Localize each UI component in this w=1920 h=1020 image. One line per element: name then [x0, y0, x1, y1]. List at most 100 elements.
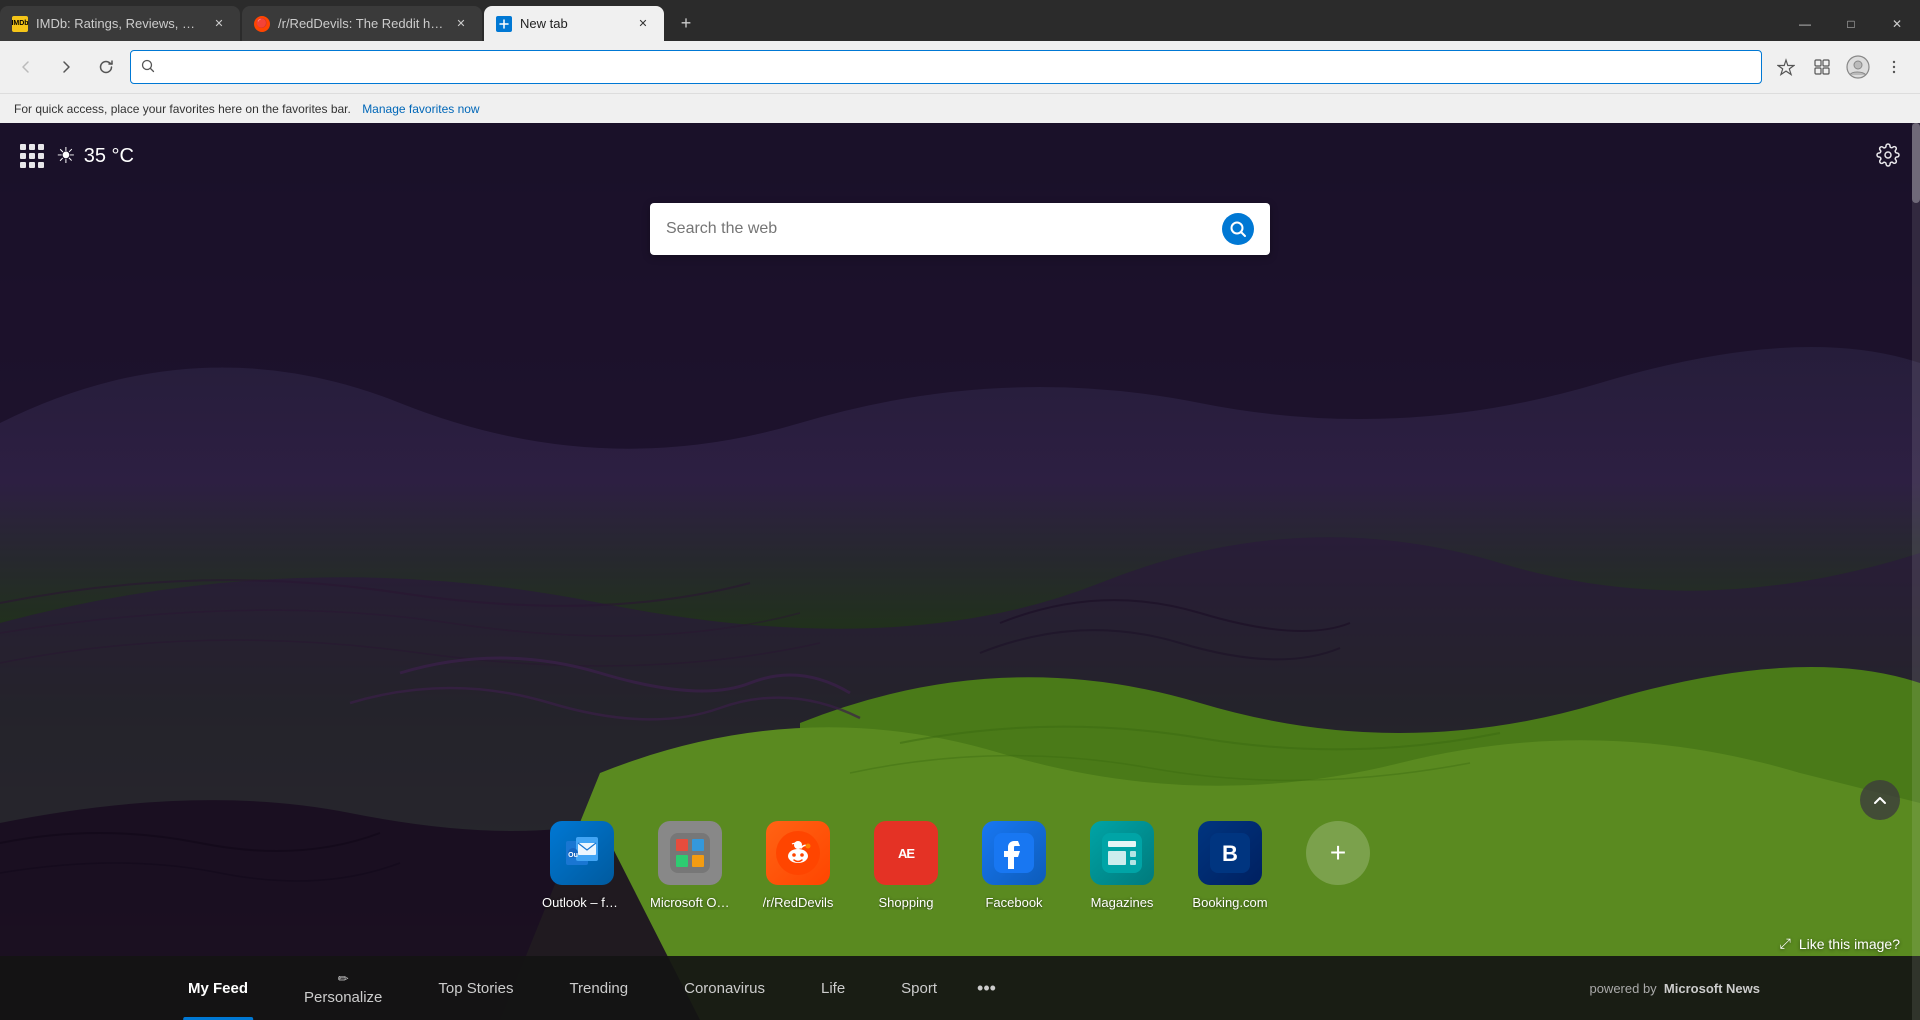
- tab-title-imdb: IMDb: Ratings, Reviews, and Wh...: [36, 16, 202, 31]
- manage-favorites-link[interactable]: Manage favorites now: [362, 102, 479, 116]
- minimize-button[interactable]: —: [1782, 3, 1828, 44]
- add-link-icon: +: [1306, 821, 1370, 885]
- tab-close-newtab[interactable]: ✕: [634, 15, 652, 33]
- favorites-bar: For quick access, place your favorites h…: [0, 93, 1920, 123]
- quick-link-magazines[interactable]: Magazines: [1082, 821, 1162, 910]
- nav-item-coronavirus[interactable]: Coronavirus: [656, 956, 793, 1020]
- weather-widget: ☀ 35 °C: [56, 143, 134, 169]
- search-box: [650, 203, 1270, 255]
- like-image-label: Like this image?: [1799, 936, 1900, 952]
- nav-item-trending[interactable]: Trending: [541, 956, 656, 1020]
- like-image-area[interactable]: ⤢ Like this image?: [1780, 935, 1900, 952]
- apps-grid-dot: [29, 162, 35, 168]
- nav-label-topstories: Top Stories: [438, 980, 513, 997]
- quick-link-shopping[interactable]: AE Shopping: [866, 821, 946, 910]
- add-quick-link-button[interactable]: + add: [1298, 821, 1378, 910]
- favorites-star-button[interactable]: [1770, 51, 1802, 83]
- quick-link-reddevils[interactable]: /r/RedDevils: [758, 821, 838, 910]
- quick-link-facebook[interactable]: Facebook: [974, 821, 1054, 910]
- quick-link-label-reddevils: /r/RedDevils: [763, 895, 834, 910]
- weather-temperature: 35 °C: [84, 145, 134, 168]
- nav-more-button[interactable]: •••: [965, 978, 1008, 999]
- profile-button[interactable]: [1842, 51, 1874, 83]
- new-tab-page: ☀ 35 °C: [0, 123, 1920, 1020]
- top-widgets: ☀ 35 °C: [20, 143, 134, 169]
- address-search-icon: [141, 59, 155, 76]
- quick-link-label-magazines: Magazines: [1091, 895, 1154, 910]
- powered-by-brand: Microsoft News: [1664, 981, 1760, 996]
- apps-grid-dot: [20, 153, 26, 159]
- tab-reddit[interactable]: 🔴 /r/RedDevils: The Reddit home f... ✕: [242, 6, 482, 41]
- quick-link-label-booking: Booking.com: [1192, 895, 1267, 910]
- tab-title-reddit: /r/RedDevils: The Reddit home f...: [278, 16, 444, 31]
- tab-close-imdb[interactable]: ✕: [210, 15, 228, 33]
- quick-link-label-facebook: Facebook: [985, 895, 1042, 910]
- weather-sun-icon: ☀: [56, 143, 76, 169]
- search-container: [650, 203, 1270, 255]
- apps-grid-button[interactable]: [20, 144, 44, 168]
- nav-bar: [0, 41, 1920, 93]
- scrollbar[interactable]: [1912, 123, 1920, 1020]
- nav-label-trending: Trending: [569, 980, 628, 997]
- powered-by-text: powered by: [1589, 981, 1656, 996]
- quick-link-icon-outlook: Ou: [550, 821, 614, 885]
- search-input[interactable]: [666, 220, 1212, 238]
- menu-button[interactable]: [1878, 51, 1910, 83]
- nav-item-sport[interactable]: Sport: [873, 956, 965, 1020]
- scrollbar-thumb[interactable]: [1912, 123, 1920, 203]
- nav-label-sport: Sport: [901, 980, 937, 997]
- svg-text:Ou: Ou: [568, 852, 578, 859]
- quick-link-label-shopping: Shopping: [879, 895, 934, 910]
- powered-by: powered by Microsoft News: [1589, 981, 1760, 996]
- search-button[interactable]: [1222, 213, 1254, 245]
- tab-newtab[interactable]: New tab ✕: [484, 6, 664, 41]
- back-button[interactable]: [10, 51, 42, 83]
- tab-imdb[interactable]: IMDb IMDb: Ratings, Reviews, and Wh... ✕: [0, 6, 240, 41]
- bottom-nav: My Feed ✏ Personalize Top Stories Trendi…: [0, 956, 1920, 1020]
- tab-title-newtab: New tab: [520, 16, 626, 31]
- reload-button[interactable]: [90, 51, 122, 83]
- quick-link-icon-shopping: AE: [874, 821, 938, 885]
- pencil-icon: ✏: [338, 971, 349, 987]
- apps-grid-dot: [20, 144, 26, 150]
- nav-label-life: Life: [821, 980, 845, 997]
- forward-button[interactable]: [50, 51, 82, 83]
- quick-link-icon-reddevils: [766, 821, 830, 885]
- favorites-bar-hint: For quick access, place your favorites h…: [14, 102, 351, 116]
- nav-label-coronavirus: Coronavirus: [684, 980, 765, 997]
- apps-grid-dot: [38, 144, 44, 150]
- quick-link-booking[interactable]: B Booking.com: [1190, 821, 1270, 910]
- quick-link-label-office: Microsoft Offi...: [650, 895, 730, 910]
- tab-bar: IMDb IMDb: Ratings, Reviews, and Wh... ✕…: [0, 0, 1920, 41]
- quick-links: Ou Outlook – fre... Microsoft Offi...: [542, 821, 1378, 910]
- expand-icon: ⤢: [1780, 935, 1791, 952]
- close-button[interactable]: ✕: [1874, 3, 1920, 44]
- quick-link-label-outlook: Outlook – fre...: [542, 895, 622, 910]
- maximize-button[interactable]: □: [1828, 3, 1874, 44]
- apps-grid-dot: [29, 153, 35, 159]
- quick-link-office[interactable]: Microsoft Offi...: [650, 821, 730, 910]
- collections-button[interactable]: [1806, 51, 1838, 83]
- nav-item-life[interactable]: Life: [793, 956, 873, 1020]
- favicon-imdb: IMDb: [12, 16, 28, 32]
- favicon-newtab: [496, 16, 512, 32]
- settings-button[interactable]: [1876, 143, 1900, 173]
- address-input[interactable]: [163, 59, 1751, 75]
- nav-actions: [1770, 51, 1910, 83]
- nav-label-personalize: Personalize: [304, 989, 382, 1006]
- nav-label-myfeed: My Feed: [188, 980, 248, 997]
- quick-link-icon-facebook: [982, 821, 1046, 885]
- scroll-up-button[interactable]: [1860, 780, 1900, 820]
- quick-link-outlook[interactable]: Ou Outlook – fre...: [542, 821, 622, 910]
- quick-link-icon-office: [658, 821, 722, 885]
- svg-text:B: B: [1222, 841, 1238, 866]
- quick-link-icon-magazines: [1090, 821, 1154, 885]
- address-bar[interactable]: [130, 50, 1762, 84]
- apps-grid-dot: [38, 162, 44, 168]
- quick-link-icon-booking: B: [1198, 821, 1262, 885]
- nav-item-myfeed[interactable]: My Feed: [160, 956, 276, 1020]
- nav-item-personalize[interactable]: ✏ Personalize: [276, 956, 410, 1020]
- tab-close-reddit[interactable]: ✕: [452, 15, 470, 33]
- nav-item-topstories[interactable]: Top Stories: [410, 956, 541, 1020]
- new-tab-button[interactable]: +: [670, 8, 702, 40]
